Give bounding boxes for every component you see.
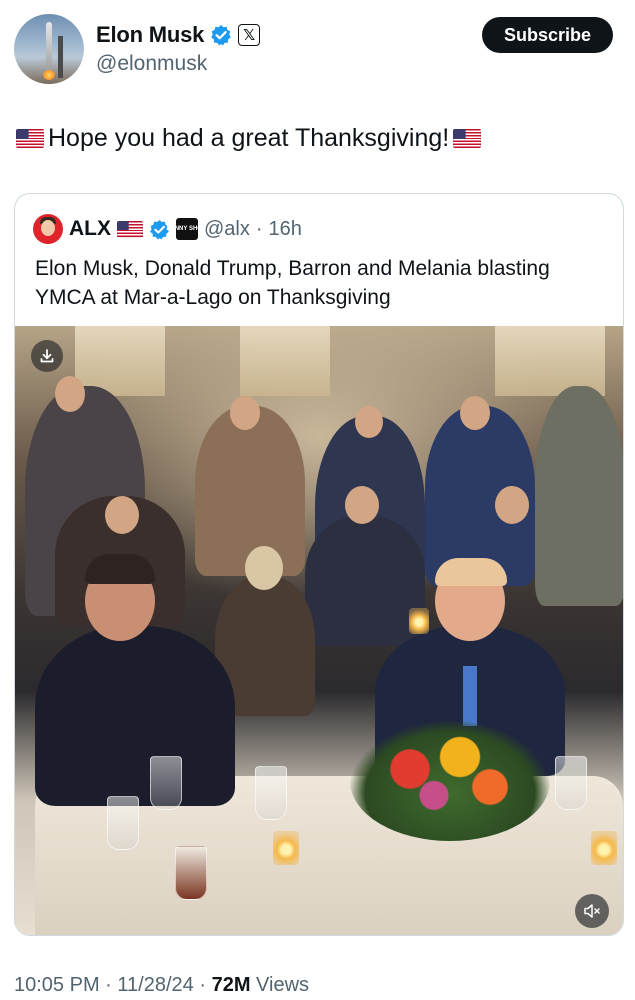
tweet-body: Hope you had a great Thanksgiving! (48, 124, 450, 152)
guest-hair (85, 554, 155, 584)
guest-figure (535, 386, 623, 606)
quoted-author-name[interactable]: ALX (69, 217, 111, 241)
quoted-tweet-text: Elon Musk, Donald Trump, Barron and Mela… (35, 257, 550, 309)
us-flag-icon (16, 129, 44, 148)
subscribe-button[interactable]: Subscribe (482, 17, 613, 53)
wine-glass (555, 756, 587, 810)
candle-votive (591, 831, 617, 865)
guest-head (230, 396, 260, 430)
separator-dot: · (199, 974, 207, 996)
views-label: Views (256, 974, 310, 996)
candle-votive (409, 608, 429, 634)
views-count[interactable]: 72M (212, 974, 251, 996)
necktie (463, 666, 477, 726)
quoted-tweet-time[interactable]: 16h (269, 218, 302, 241)
affiliate-logo-icon: BENNY SHOW (166, 218, 208, 240)
guest-head (345, 486, 379, 524)
tweet-text: Hope you had a great Thanksgiving! (16, 124, 482, 153)
rocket-flame (43, 70, 55, 80)
quoted-tweet-header: ALX BENNY SHOW @alx · 16h (33, 213, 302, 245)
flower-centerpiece (350, 721, 550, 841)
guest-head (105, 496, 139, 534)
separator-dot: · (255, 217, 263, 240)
separator-dot: · (105, 974, 112, 996)
author-avatar[interactable] (14, 14, 84, 84)
author-name-row: Elon Musk 𝕏 (96, 20, 261, 50)
tweet-date[interactable]: 11/28/24 (117, 974, 193, 996)
muted-speaker-icon[interactable] (575, 894, 609, 928)
wine-glass (107, 796, 139, 850)
guest-hair (435, 558, 507, 586)
launch-tower (58, 36, 63, 78)
verified-badge-icon[interactable] (210, 24, 232, 46)
author-display-name[interactable]: Elon Musk (96, 22, 204, 48)
us-flag-icon (117, 220, 143, 238)
quoted-tweet-video[interactable] (15, 326, 623, 935)
guest-head (55, 376, 85, 412)
guest-head (245, 546, 283, 590)
curtain (240, 326, 330, 396)
us-flag-icon (453, 129, 482, 148)
download-icon[interactable] (31, 340, 63, 372)
guest-figure (195, 406, 305, 576)
quoted-tweet-card[interactable]: ALX BENNY SHOW @alx · 16h Elon Musk, Don… (14, 193, 624, 936)
candle-votive (273, 831, 299, 865)
author-handle[interactable]: @elonmusk (96, 52, 207, 76)
guest-head (495, 486, 529, 524)
guest-head (355, 406, 383, 438)
wine-glass (175, 846, 207, 900)
guest-figure (305, 516, 425, 646)
wine-glass (150, 756, 182, 810)
tweet-time[interactable]: 10:05 PM (14, 974, 100, 996)
rocket-shape (46, 22, 52, 72)
quoted-author-handle[interactable]: @alx (204, 218, 250, 241)
tweet-metadata: 10:05 PM · 11/28/24 · 72M Views (14, 974, 309, 997)
wine-glass (255, 766, 287, 820)
guest-head (460, 396, 490, 430)
x-logo-icon: 𝕏 (238, 24, 261, 46)
quoted-author-avatar[interactable] (33, 214, 63, 244)
guest-figure (35, 626, 235, 806)
